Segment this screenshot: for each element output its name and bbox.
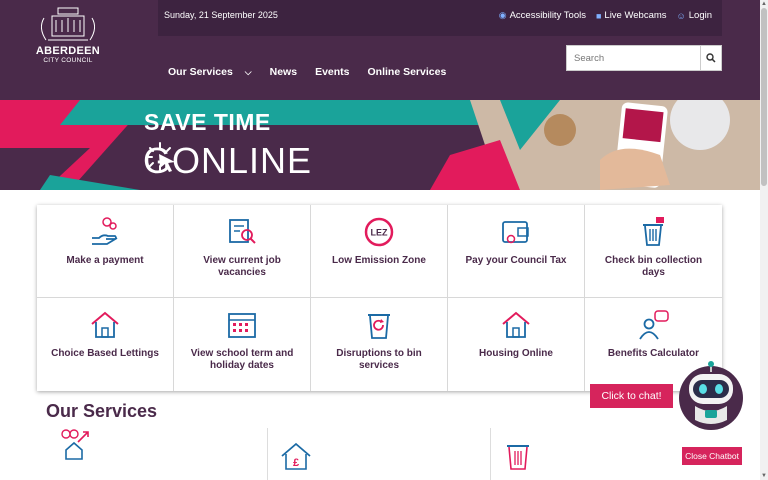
site-header: ABERDEEN CITY COUNCIL Sunday, 21 Septemb… (0, 0, 760, 100)
open-chat-button[interactable]: Click to chat! (590, 384, 673, 408)
login-label: Login (688, 10, 712, 21)
wallet-icon (502, 221, 529, 244)
current-date: Sunday, 21 September 2025 (164, 10, 278, 20)
service-item-housing[interactable]: £ (267, 428, 487, 480)
tile-choice-based-lettings[interactable]: Choice Based Lettings (37, 298, 174, 391)
tile-school-term-dates[interactable]: View school term and holiday dates (174, 298, 311, 391)
robot-icon[interactable] (677, 360, 745, 432)
search-icon (706, 53, 716, 63)
video-camera-icon: ■ (595, 10, 602, 21)
bin-refresh-icon (368, 314, 390, 339)
nav-events[interactable]: Events (315, 66, 349, 78)
bin-icon (642, 217, 664, 246)
pound-house-icon: £ (281, 442, 311, 470)
tile-bin-disruptions[interactable]: Disruptions to bin services (311, 298, 448, 391)
tile-label: View current job vacancies (203, 255, 281, 278)
service-item-bins[interactable] (490, 428, 690, 480)
tile-label: Disruptions to bin services (336, 348, 422, 371)
house-icon (91, 311, 119, 338)
tile-make-payment[interactable]: Make a payment (37, 205, 174, 298)
banner-subheading: G ONLINE (143, 140, 312, 182)
cursor-burst-icon (146, 142, 175, 172)
eye-icon: ◉ (498, 10, 507, 20)
chevron-down-icon[interactable]: ⌵ (245, 67, 252, 78)
tile-label: Check bin collection days (604, 255, 703, 278)
page-scrollbar[interactable]: ▲ ▼ (760, 0, 768, 480)
house-online-icon (502, 311, 530, 338)
live-webcams-label: Live Webcams (604, 10, 667, 21)
user-icon: ☺ (676, 10, 686, 21)
tile-label: Make a payment (66, 255, 144, 266)
search-box (566, 45, 722, 71)
nav-news-label: News (269, 66, 298, 78)
accessibility-tools-link[interactable]: ◉ Accessibility Tools (499, 10, 586, 21)
scrollbar-thumb[interactable] (761, 8, 767, 186)
banner-online-text: ONLINE (172, 140, 313, 181)
banner-heading: SAVE TIME (144, 109, 271, 135)
nav-online-services[interactable]: Online Services (368, 66, 447, 78)
bin-icon (507, 445, 529, 470)
banner-background (0, 100, 760, 190)
nav-our-services-label: Our Services (168, 66, 233, 78)
scroll-down-arrow-icon[interactable]: ▼ (760, 472, 768, 480)
tile-label: Housing Online (479, 348, 553, 359)
promo-banner[interactable]: SAVE TIME G ONLINE (0, 100, 760, 190)
tile-bin-collection[interactable]: Check bin collection days (585, 205, 722, 298)
nav-events-label: Events (315, 66, 350, 78)
tile-job-vacancies[interactable]: View current job vacancies (174, 205, 311, 298)
tile-label: Choice Based Lettings (51, 348, 159, 359)
utility-bar: Sunday, 21 September 2025 ◉ Accessibilit… (158, 0, 722, 36)
lez-icon: LEZ (364, 217, 394, 247)
service-item-money[interactable] (60, 428, 100, 480)
accessibility-tools-label: Accessibility Tools (509, 10, 586, 21)
tile-label: Pay your Council Tax (465, 255, 567, 266)
nav-our-services[interactable]: Our Services ⌵ (168, 66, 252, 78)
lez-badge-text: LEZ (371, 228, 389, 238)
login-link[interactable]: ☺ Login (677, 10, 712, 21)
tile-label: Benefits Calculator (607, 348, 700, 359)
person-chat-icon (638, 310, 669, 340)
scroll-up-arrow-icon[interactable]: ▲ (760, 0, 768, 8)
live-webcams-link[interactable]: ■ Live Webcams (596, 10, 667, 21)
search-input[interactable] (567, 46, 701, 70)
main-nav: Our Services ⌵ News Events Online Servic… (168, 66, 464, 78)
nav-news[interactable]: News (270, 66, 297, 78)
job-search-icon (229, 219, 256, 244)
svg-text:£: £ (293, 457, 299, 469)
tile-low-emission-zone[interactable]: LEZ Low Emission Zone (311, 205, 448, 298)
services-row: £ (40, 428, 720, 480)
money-house-icon (61, 429, 89, 460)
tile-housing-online[interactable]: Housing Online (448, 298, 585, 391)
tile-label: Low Emission Zone (332, 255, 426, 266)
tile-council-tax[interactable]: Pay your Council Tax (448, 205, 585, 298)
our-services-heading: Our Services (46, 401, 158, 421)
calendar-icon (228, 313, 256, 338)
brand-name: ABERDEEN (35, 45, 101, 57)
tile-label: View school term and holiday dates (190, 348, 294, 371)
nav-online-services-label: Online Services (367, 66, 447, 78)
quick-links-grid: Make a payment View current job vacancie… (37, 205, 722, 391)
utility-links: ◉ Accessibility Tools ■ Live Webcams ☺ L… (499, 10, 712, 21)
search-button[interactable] (700, 46, 721, 70)
close-chat-button[interactable]: Close Chatbot (682, 447, 742, 465)
payment-hand-icon (92, 217, 118, 245)
brand-subtitle: CITY COUNCIL (43, 57, 93, 64)
